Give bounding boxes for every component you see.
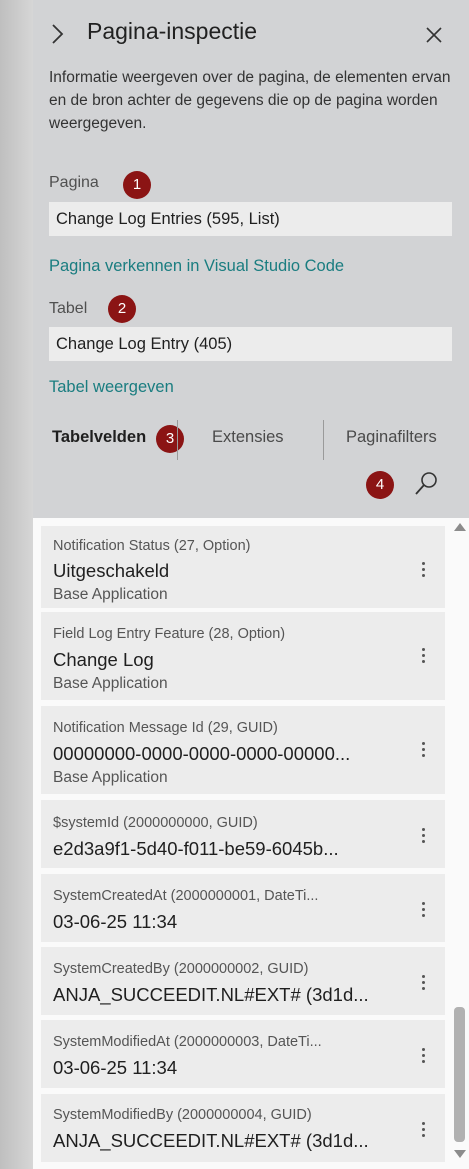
field-source: Base Application — [53, 675, 168, 692]
list-item[interactable]: Notification Message Id (29, GUID) 00000… — [41, 706, 445, 794]
more-vertical-icon[interactable] — [416, 826, 430, 848]
view-table-link[interactable]: Tabel weergeven — [49, 378, 174, 397]
callout-badge-4: 4 — [366, 471, 394, 499]
more-vertical-icon[interactable] — [416, 973, 430, 995]
background-strip — [0, 0, 33, 1169]
scroll-down-arrow-icon[interactable] — [454, 1150, 466, 1158]
field-value: 00000000-0000-0000-0000-00000... — [53, 743, 351, 764]
list-item[interactable]: $systemId (2000000000, GUID) e2d3a9f1-5d… — [41, 800, 445, 868]
panel-description: Informatie weergeven over de pagina, de … — [49, 69, 451, 132]
list-item[interactable]: Notification Status (27, Option) Uitgesc… — [41, 526, 445, 608]
field-value: e2d3a9f1-5d40-f011-be59-6045b... — [53, 838, 339, 859]
callout-badge-3: 3 — [156, 425, 184, 453]
field-meta: $systemId (2000000000, GUID) — [53, 815, 258, 831]
field-meta: SystemCreatedBy (2000000002, GUID) — [53, 961, 309, 977]
field-value: 03-06-25 11:34 — [53, 911, 178, 932]
field-meta: SystemCreatedAt (2000000001, DateTi... — [53, 888, 319, 904]
field-meta: SystemModifiedAt (2000000003, DateTi... — [53, 1034, 322, 1050]
field-meta: Notification Status (27, Option) — [53, 538, 251, 554]
tab-extensions[interactable]: Extensies — [212, 428, 284, 447]
tab-table-fields[interactable]: Tabelvelden — [52, 428, 146, 447]
table-value-field: Change Log Entry (405) — [49, 327, 452, 361]
scrollbar-thumb[interactable] — [454, 1007, 465, 1142]
explore-page-vscode-link[interactable]: Pagina verkennen in Visual Studio Code — [49, 257, 344, 276]
fields-list[interactable]: Notification Status (27, Option) Uitgesc… — [33, 518, 469, 1169]
field-source: Base Application — [53, 769, 168, 786]
scroll-up-arrow-icon[interactable] — [454, 523, 466, 531]
list-item[interactable]: SystemModifiedBy (2000000004, GUID) ANJA… — [41, 1094, 445, 1162]
page-value-field: Change Log Entries (595, List) — [49, 202, 452, 236]
field-value: ANJA_SUCCEEDIT.NL#EXT# (3d1d... — [53, 984, 369, 1005]
list-item[interactable]: SystemCreatedBy (2000000002, GUID) ANJA_… — [41, 947, 445, 1015]
search-icon[interactable] — [413, 470, 439, 498]
list-item[interactable]: Field Log Entry Feature (28, Option) Cha… — [41, 612, 445, 700]
field-meta: Notification Message Id (29, GUID) — [53, 720, 278, 736]
page-inspection-panel: Pagina-inspectie Informatie weergeven ov… — [33, 0, 469, 1169]
more-vertical-icon[interactable] — [416, 560, 430, 582]
panel-header-area: Pagina-inspectie Informatie weergeven ov… — [33, 0, 469, 518]
field-value: ANJA_SUCCEEDIT.NL#EXT# (3d1d... — [53, 1130, 369, 1151]
more-vertical-icon[interactable] — [416, 900, 430, 922]
callout-badge-2: 2 — [108, 295, 136, 323]
field-meta: SystemModifiedBy (2000000004, GUID) — [53, 1107, 312, 1123]
field-value: Uitgeschakeld — [53, 560, 170, 581]
list-item[interactable]: SystemCreatedAt (2000000001, DateTi... 0… — [41, 874, 445, 942]
close-icon[interactable] — [423, 24, 445, 46]
more-vertical-icon[interactable] — [416, 1046, 430, 1068]
field-meta: Field Log Entry Feature (28, Option) — [53, 626, 286, 642]
tab-divider — [323, 420, 324, 460]
field-value: 03-06-25 11:34 — [53, 1057, 178, 1078]
field-value: Change Log — [53, 649, 154, 670]
chevron-right-icon[interactable] — [47, 22, 67, 46]
table-label: Tabel — [49, 300, 88, 317]
page-label: Pagina — [49, 174, 99, 191]
more-vertical-icon[interactable] — [416, 740, 430, 762]
tab-page-filters[interactable]: Paginafilters — [346, 428, 437, 447]
more-vertical-icon[interactable] — [416, 1120, 430, 1142]
more-vertical-icon[interactable] — [416, 646, 430, 668]
field-source: Base Application — [53, 586, 168, 603]
list-item[interactable]: SystemModifiedAt (2000000003, DateTi... … — [41, 1020, 445, 1088]
panel-title: Pagina-inspectie — [87, 18, 258, 44]
callout-badge-1: 1 — [123, 171, 151, 199]
tab-divider — [177, 420, 178, 460]
